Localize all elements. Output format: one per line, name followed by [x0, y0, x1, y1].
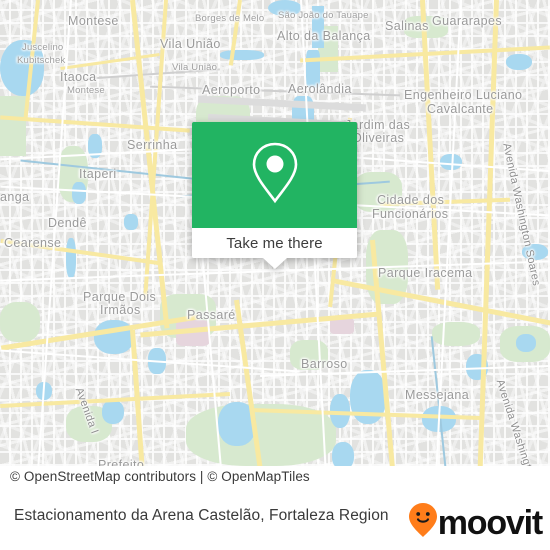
- map-green-area: [0, 302, 40, 342]
- moovit-smiley-pin-icon: [408, 502, 438, 543]
- map-attribution-text[interactable]: © OpenStreetMap contributors | © OpenMap…: [10, 469, 310, 484]
- map-attribution-bar: © OpenStreetMap contributors | © OpenMap…: [0, 466, 550, 490]
- map-area-label: Serrinha: [127, 138, 178, 152]
- map-green-area: [0, 96, 26, 156]
- map-water: [66, 238, 76, 278]
- map-area-label: anga: [0, 190, 30, 204]
- map-area-label: Parque Iracema: [378, 266, 473, 280]
- map-canvas[interactable]: Montese Borges de Melo São João do Tauape S…: [0, 0, 550, 490]
- map-area-label: Vila União: [160, 37, 221, 51]
- map-water: [506, 54, 532, 70]
- page-footer: Estacionamento da Arena Castelão, Fortal…: [0, 490, 550, 550]
- map-viewport[interactable]: Montese Borges de Melo São João do Tauape S…: [0, 0, 550, 490]
- map-area-label: Engenheiro Luciano: [404, 88, 523, 102]
- map-area-label: Parque Dois: [83, 290, 157, 304]
- map-area-label: Oliveiras: [352, 131, 405, 145]
- map-area-label: Cearense: [4, 236, 62, 250]
- map-area-label: Montese: [68, 14, 119, 28]
- map-area-label: Irmãos: [100, 303, 141, 317]
- map-area-label: Itaperi: [79, 167, 117, 181]
- map-area-label: Cavalcante: [427, 102, 494, 116]
- map-area-label: Salinas: [385, 19, 429, 33]
- map-area-label: Passaré: [187, 308, 236, 322]
- map-area-label: São João do Tauape: [278, 10, 369, 21]
- place-caption: Estacionamento da Arena Castelão, Fortal…: [14, 507, 389, 524]
- map-area-label: Borges de Melo: [195, 13, 265, 24]
- map-area-label: Itaoca: [60, 70, 97, 84]
- map-area-label: Juscelino: [22, 42, 64, 53]
- map-area-label: Messejana: [405, 388, 470, 402]
- popup-pointer-tip: [262, 258, 287, 269]
- take-me-there-button[interactable]: Take me there: [192, 228, 357, 258]
- map-area-label: Guararapes: [432, 14, 503, 28]
- map-area-label: Dendê: [48, 216, 87, 230]
- map-area-label: Aerolândia: [288, 82, 352, 96]
- map-water: [102, 400, 124, 424]
- map-screenshot: Montese Borges de Melo São João do Tauape S…: [0, 0, 550, 550]
- map-area-label: Cidade dos: [377, 193, 445, 207]
- map-area-label: Funcionários: [372, 207, 449, 221]
- map-green-area: [432, 322, 480, 346]
- map-area-label: Montese: [67, 85, 105, 96]
- moovit-wordmark: moovit: [437, 503, 543, 542]
- map-area-label: Barroso: [301, 357, 348, 371]
- moovit-logo[interactable]: moovit: [408, 502, 543, 543]
- map-area-label: Alto da Balança: [277, 29, 371, 43]
- take-me-there-label: Take me there: [226, 234, 323, 252]
- map-area-label: Aeroporto: [202, 83, 261, 97]
- location-pin-icon: [247, 140, 303, 211]
- map-water: [516, 334, 536, 352]
- map-water: [124, 214, 138, 230]
- popup-header: [192, 122, 357, 228]
- place-popup-card[interactable]: Take me there: [192, 122, 357, 269]
- map-water: [72, 182, 86, 204]
- map-area-label: Vila União: [172, 62, 218, 73]
- map-area-label: Kubitschek: [17, 55, 66, 66]
- map-water: [220, 50, 264, 60]
